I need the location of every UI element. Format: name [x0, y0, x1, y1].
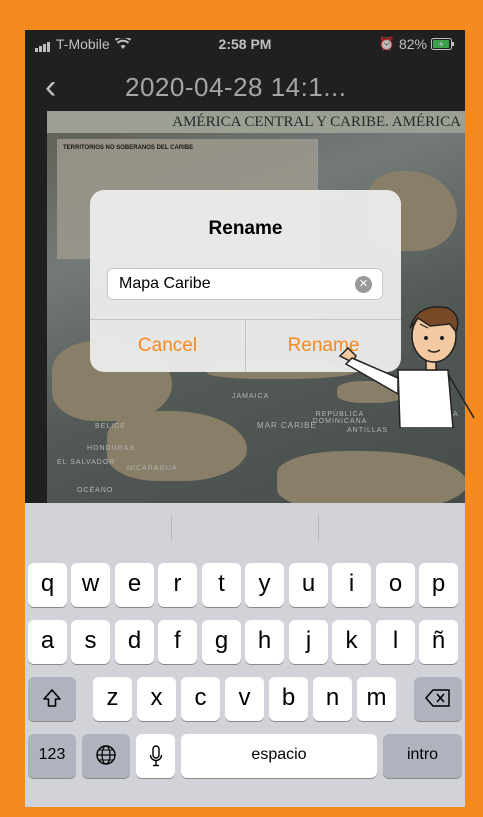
- shift-key[interactable]: [28, 677, 76, 721]
- return-key[interactable]: intro: [383, 734, 462, 778]
- suggestion-bar: [25, 503, 465, 553]
- key-n-tilde[interactable]: ñ: [419, 620, 458, 664]
- key-row-2: a s d f g h j k l ñ: [25, 620, 465, 664]
- key-w[interactable]: w: [71, 563, 110, 607]
- key-z[interactable]: z: [93, 677, 132, 721]
- key-k[interactable]: k: [332, 620, 371, 664]
- key-j[interactable]: j: [289, 620, 328, 664]
- key-d[interactable]: d: [115, 620, 154, 664]
- key-g[interactable]: g: [202, 620, 241, 664]
- key-r[interactable]: r: [158, 563, 197, 607]
- key-u[interactable]: u: [289, 563, 328, 607]
- key-t[interactable]: t: [202, 563, 241, 607]
- key-row-4: 123 espacio intro: [25, 734, 465, 778]
- globe-key[interactable]: [82, 734, 130, 778]
- key-row-3: z x c v b n m: [25, 677, 465, 721]
- cancel-button[interactable]: Cancel: [90, 320, 245, 372]
- key-c[interactable]: c: [181, 677, 220, 721]
- pointing-person-illustration: [338, 298, 478, 433]
- key-p[interactable]: p: [419, 563, 458, 607]
- key-e[interactable]: e: [115, 563, 154, 607]
- key-i[interactable]: i: [332, 563, 371, 607]
- globe-icon: [96, 745, 116, 765]
- delete-key[interactable]: [414, 677, 462, 721]
- key-row-1: q w e r t y u i o p: [25, 563, 465, 607]
- key-v[interactable]: v: [225, 677, 264, 721]
- key-f[interactable]: f: [158, 620, 197, 664]
- key-o[interactable]: o: [376, 563, 415, 607]
- rename-input[interactable]: [117, 274, 351, 294]
- key-q[interactable]: q: [28, 563, 67, 607]
- key-s[interactable]: s: [71, 620, 110, 664]
- microphone-icon: [149, 744, 162, 766]
- key-x[interactable]: x: [137, 677, 176, 721]
- key-l[interactable]: l: [376, 620, 415, 664]
- keyboard: q w e r t y u i o p a s d f g h j k l ñ: [25, 503, 465, 807]
- key-h[interactable]: h: [245, 620, 284, 664]
- clear-text-icon[interactable]: ✕: [355, 276, 372, 293]
- key-a[interactable]: a: [28, 620, 67, 664]
- key-n[interactable]: n: [313, 677, 352, 721]
- dialog-title: Rename: [208, 218, 283, 239]
- suggestion-divider: [171, 515, 172, 541]
- shift-icon: [43, 688, 61, 707]
- key-y[interactable]: y: [245, 563, 284, 607]
- suggestion-divider: [318, 515, 319, 541]
- numbers-key[interactable]: 123: [28, 734, 76, 778]
- key-b[interactable]: b: [269, 677, 308, 721]
- backspace-icon: [425, 689, 450, 707]
- dictation-key[interactable]: [136, 734, 175, 778]
- rename-input-container: ✕: [107, 268, 383, 300]
- space-key[interactable]: espacio: [181, 734, 377, 778]
- key-m[interactable]: m: [357, 677, 396, 721]
